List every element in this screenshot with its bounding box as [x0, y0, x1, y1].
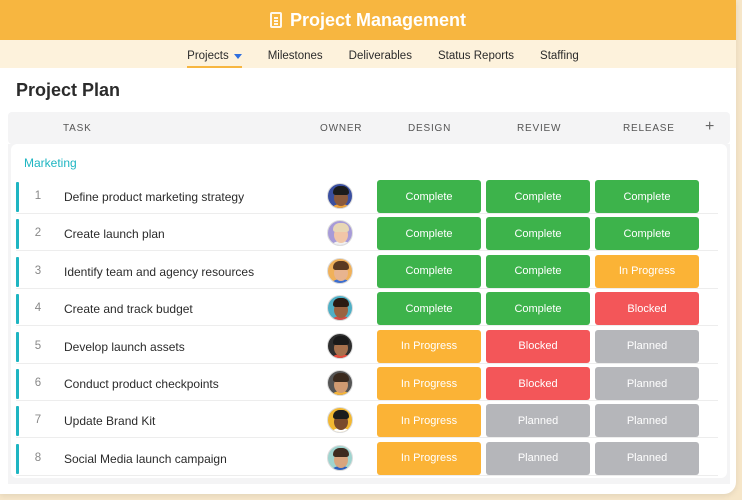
table-row[interactable]: 2 Create launch plan Complete Complete Compl… — [16, 217, 718, 252]
status-cell-review[interactable]: Complete — [486, 217, 590, 251]
task-name[interactable]: Social Media launch campaign — [64, 452, 227, 466]
status-cell-design[interactable]: In Progress — [377, 441, 481, 475]
status-cell-design[interactable]: Complete — [377, 217, 481, 251]
row-number: 8 — [34, 451, 42, 464]
table-row[interactable]: 1 Define product marketing strategy Comple… — [16, 180, 718, 214]
row-number: 2 — [34, 227, 42, 240]
tab-label: Milestones — [267, 50, 323, 62]
status-cell-review[interactable]: Complete — [486, 292, 590, 326]
tab-projects[interactable]: Projects — [187, 50, 242, 68]
row-number: 5 — [34, 339, 42, 352]
status-cell-design[interactable]: Complete — [377, 180, 481, 213]
table-row[interactable]: 5 Develop launch assets In Progress Blocked… — [16, 329, 718, 364]
tab-deliverables[interactable]: Deliverables — [349, 50, 412, 68]
document-icon — [269, 12, 282, 28]
owner-avatar[interactable] — [327, 257, 353, 284]
status-cell-review[interactable]: Planned — [486, 441, 590, 475]
status-cell-design[interactable]: In Progress — [377, 329, 481, 363]
column-header-task[interactable]: TASK — [63, 123, 92, 134]
tab-label: Staffing — [540, 50, 579, 62]
status-cell-release[interactable]: In Progress — [595, 254, 699, 288]
column-header-review[interactable]: REVIEW — [517, 123, 561, 134]
task-name[interactable]: Develop launch assets — [64, 340, 185, 354]
status-cell-design[interactable]: Complete — [377, 292, 481, 326]
owner-avatar[interactable] — [327, 407, 353, 434]
owner-avatar[interactable] — [327, 295, 353, 322]
tab-label: Status Reports — [437, 50, 515, 62]
task-name[interactable]: Update Brand Kit — [64, 414, 155, 428]
status-cell-release[interactable]: Planned — [595, 329, 699, 363]
tab-status-reports[interactable]: Status Reports — [438, 50, 514, 68]
section-color-bar — [16, 369, 19, 399]
section-color-bar — [16, 331, 19, 362]
tab-staffing[interactable]: Staffing — [540, 50, 579, 68]
table-row[interactable]: 8 Social Media launch campaign In Progress… — [16, 441, 718, 476]
owner-avatar[interactable] — [327, 183, 353, 209]
section-label-marketing[interactable]: Marketing — [24, 156, 77, 170]
status-cell-design[interactable]: In Progress — [377, 367, 481, 400]
row-number: 6 — [34, 377, 42, 389]
task-name[interactable]: Create and track budget — [64, 302, 193, 316]
status-cell-review[interactable]: Planned — [486, 404, 590, 438]
title-bar: Project Management — [0, 0, 736, 40]
tab-bar: Projects Milestones Deliverables Status … — [0, 40, 736, 68]
section-color-bar — [16, 443, 19, 474]
table-row[interactable]: 4 Create and track budget Complete Complete… — [16, 292, 718, 327]
table-row[interactable]: 7 Update Brand Kit In Progress Planned Plann… — [16, 404, 718, 439]
row-number: 1 — [34, 190, 42, 202]
tab-milestones[interactable]: Milestones — [268, 50, 323, 68]
status-cell-review[interactable]: Blocked — [486, 367, 590, 400]
section-color-bar — [16, 294, 19, 325]
row-number: 4 — [34, 302, 42, 315]
status-cell-release[interactable]: Blocked — [595, 292, 699, 326]
status-cell-review[interactable]: Complete — [486, 180, 590, 213]
task-name[interactable]: Define product marketing strategy — [64, 190, 244, 204]
section-color-bar — [16, 182, 19, 212]
tab-label: Deliverables — [348, 50, 412, 62]
row-number: 3 — [34, 264, 42, 277]
app-title: Project Management — [289, 9, 467, 30]
status-cell-design[interactable]: Complete — [377, 254, 481, 288]
chevron-down-icon[interactable] — [233, 53, 242, 59]
app-window: Project Management Projects Milestones D… — [0, 0, 736, 494]
status-cell-release[interactable]: Complete — [595, 217, 699, 251]
owner-avatar[interactable] — [327, 444, 353, 471]
column-header-release[interactable]: RELEASE — [623, 123, 675, 134]
owner-avatar[interactable] — [327, 220, 353, 247]
task-name[interactable]: Identify team and agency resources — [64, 265, 254, 279]
status-cell-review[interactable]: Complete — [486, 254, 590, 288]
owner-avatar[interactable] — [327, 370, 353, 396]
page-title: Project Plan — [16, 80, 121, 100]
status-cell-release[interactable]: Planned — [595, 367, 699, 400]
section-color-bar — [16, 219, 19, 250]
status-cell-review[interactable]: Blocked — [486, 329, 590, 363]
row-number: 7 — [34, 414, 42, 427]
owner-avatar[interactable] — [327, 332, 353, 359]
status-cell-design[interactable]: In Progress — [377, 404, 481, 438]
status-cell-release[interactable]: Planned — [595, 441, 699, 475]
task-name[interactable]: Conduct product checkpoints — [64, 377, 219, 391]
section-color-bar — [16, 406, 19, 437]
task-name[interactable]: Create launch plan — [64, 227, 165, 241]
table-row[interactable]: 3 Identify team and agency resources Compl… — [16, 254, 718, 289]
status-cell-release[interactable]: Complete — [595, 180, 699, 213]
add-column-icon[interactable]: + — [705, 118, 715, 136]
column-header-owner[interactable]: OWNER — [320, 123, 362, 134]
tab-label: Projects — [187, 50, 229, 62]
section-color-bar — [16, 256, 19, 287]
column-header-row: TASK OWNER DESIGN REVIEW RELEASE + — [8, 112, 730, 144]
status-cell-release[interactable]: Planned — [595, 404, 699, 438]
column-header-design[interactable]: DESIGN — [408, 123, 451, 134]
table-row[interactable]: 6 Conduct product checkpoints In Progress B… — [16, 367, 718, 401]
